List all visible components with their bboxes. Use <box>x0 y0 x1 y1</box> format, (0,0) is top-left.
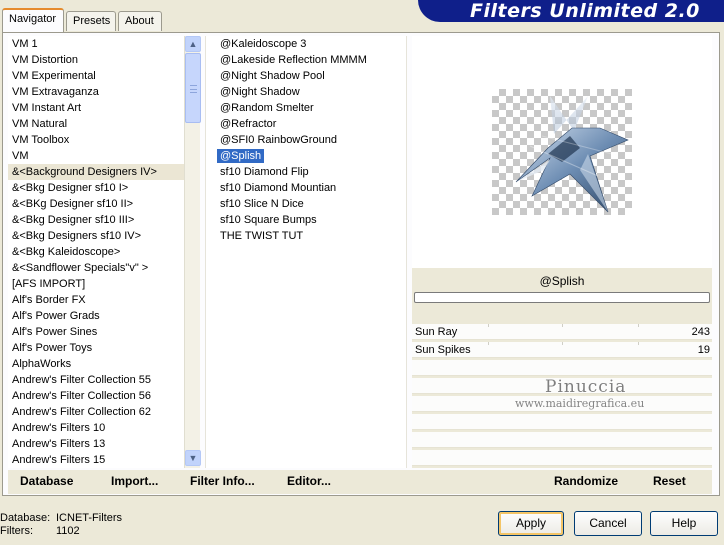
category-item[interactable]: &<Background Designers IV> <box>8 164 184 180</box>
filter-item[interactable]: @SFI0 RainbowGround <box>206 132 406 148</box>
filter-item[interactable]: sf10 Square Bumps <box>206 212 406 228</box>
tab-about[interactable]: About <box>118 11 162 31</box>
filter-item-label: @SFI0 RainbowGround <box>220 134 337 146</box>
param-row-empty <box>412 360 712 376</box>
help-button[interactable]: Help <box>650 511 718 536</box>
app-title: Filters Unlimited 2.0 <box>470 0 700 22</box>
import-button[interactable]: Import... <box>111 474 158 488</box>
category-item[interactable]: &<Bkg Designer sf10 I> <box>8 180 184 196</box>
filter-list[interactable]: @Kaleidoscope 3 @Lakeside Reflection MMMM… <box>205 36 407 468</box>
filter-item-label: @Refractor <box>220 118 277 130</box>
cancel-button[interactable]: Cancel <box>574 511 642 536</box>
parameter-panel: @Splish Sun Ray 243 Sun Spikes 19 <box>412 268 712 468</box>
filter-item-label: @Night Shadow <box>220 86 300 98</box>
database-value: ICNET-Filters <box>56 512 122 524</box>
filter-item-label: sf10 Square Bumps <box>220 214 317 226</box>
category-item[interactable]: Andrew's Filters 10 <box>8 420 184 436</box>
category-item[interactable]: Andrew's Filters 13 <box>8 436 184 452</box>
param-row-empty <box>412 414 712 430</box>
filter-item-label: @Night Shadow Pool <box>220 70 325 82</box>
param-row-sun-ray[interactable]: Sun Ray 243 <box>412 324 712 340</box>
category-item[interactable]: Alf's Power Grads <box>8 308 184 324</box>
param-row-sun-spikes[interactable]: Sun Spikes 19 <box>412 342 712 358</box>
category-item[interactable]: Alf's Border FX <box>8 292 184 308</box>
action-bar: Database Import... Filter Info... Editor… <box>8 470 712 494</box>
param-label: Sun Spikes <box>415 344 471 356</box>
category-item[interactable]: &<Bkg Designer sf10 III> <box>8 212 184 228</box>
filter-item[interactable]: @Night Shadow <box>206 84 406 100</box>
category-item[interactable]: VM Toolbox <box>8 132 184 148</box>
category-item[interactable]: VM Instant Art <box>8 100 184 116</box>
reset-button[interactable]: Reset <box>653 474 686 488</box>
filter-info-button[interactable]: Filter Info... <box>190 474 255 488</box>
tab-navigator[interactable]: Navigator <box>2 8 64 32</box>
scroll-up-button[interactable]: ▲ <box>185 36 201 52</box>
category-item[interactable]: VM Natural <box>8 116 184 132</box>
category-item[interactable]: Andrew's Filter Collection 55 <box>8 372 184 388</box>
editor-button[interactable]: Editor... <box>287 474 331 488</box>
category-item[interactable]: VM <box>8 148 184 164</box>
tab-presets[interactable]: Presets <box>66 11 116 31</box>
category-item[interactable]: Andrew's Filter Collection 62 <box>8 404 184 420</box>
grip-icon <box>190 85 197 93</box>
filter-item-label: THE TWIST TUT <box>220 230 304 242</box>
filter-item-label: sf10 Diamond Flip <box>220 166 309 178</box>
category-item[interactable]: AlphaWorks <box>8 356 184 372</box>
filter-item[interactable]: THE TWIST TUT <box>206 228 406 244</box>
filter-item[interactable]: @Lakeside Reflection MMMM <box>206 52 406 68</box>
category-item[interactable]: Alf's Power Toys <box>8 340 184 356</box>
category-item[interactable]: &<Bkg Kaleidoscope> <box>8 244 184 260</box>
param-row-empty <box>412 450 712 466</box>
filter-item[interactable]: sf10 Diamond Mountian <box>206 180 406 196</box>
category-item[interactable]: Andrew's Filters 15 <box>8 452 184 468</box>
render-progress-bar <box>414 292 710 303</box>
category-item[interactable]: VM 1 <box>8 36 184 52</box>
filter-item-label: sf10 Diamond Mountian <box>220 182 337 194</box>
database-button[interactable]: Database <box>20 474 73 488</box>
category-item[interactable]: Andrew's Filter Collection 56 <box>8 388 184 404</box>
category-scrollbar[interactable]: ▲ ▼ <box>184 36 201 468</box>
apply-button[interactable]: Apply <box>498 511 564 536</box>
category-item[interactable]: VM Distortion <box>8 52 184 68</box>
category-item[interactable]: VM Extravaganza <box>8 84 184 100</box>
filter-item[interactable]: sf10 Diamond Flip <box>206 164 406 180</box>
category-list[interactable]: VM 1 VM Distortion VM Experimental VM Extra… <box>8 36 184 468</box>
filter-item-label: @Lakeside Reflection MMMM <box>220 54 367 66</box>
randomize-button[interactable]: Randomize <box>554 474 618 488</box>
filter-item[interactable]: @Refractor <box>206 116 406 132</box>
app-banner: Filters Unlimited 2.0 <box>418 0 724 22</box>
category-item[interactable]: VM Experimental <box>8 68 184 84</box>
category-item[interactable]: &<Sandflower Specials"v" > <box>8 260 184 276</box>
param-row-empty <box>412 432 712 448</box>
scroll-down-button[interactable]: ▼ <box>185 450 201 466</box>
filter-item-label: @Splish <box>217 149 265 163</box>
category-item[interactable]: &<Bkg Designers sf10 IV> <box>8 228 184 244</box>
watermark-name: Pinuccia <box>545 377 627 397</box>
filters-count-value: 1102 <box>56 525 80 537</box>
category-item[interactable]: &<BKg Designer sf10 II> <box>8 196 184 212</box>
param-value: 19 <box>697 344 710 356</box>
watermark-url: www.maidiregrafica.eu <box>515 397 645 410</box>
filter-item[interactable]: @Kaleidoscope 3 <box>206 36 406 52</box>
filter-item-label: sf10 Slice N Dice <box>220 198 304 210</box>
star-preview-image <box>515 96 629 213</box>
filter-item[interactable]: @Splish <box>206 148 406 164</box>
category-item[interactable]: [AFS IMPORT] <box>8 276 184 292</box>
filter-item-label: @Kaleidoscope 3 <box>220 38 307 50</box>
category-item[interactable]: Alf's Power Sines <box>8 324 184 340</box>
filters-count-label: Filters: <box>0 525 33 537</box>
filter-item[interactable]: sf10 Slice N Dice <box>206 196 406 212</box>
param-value: 243 <box>691 326 710 338</box>
current-filter-name: @Splish <box>539 274 585 288</box>
filter-item-label: @Random Smelter <box>220 102 314 114</box>
filter-item[interactable]: @Random Smelter <box>206 100 406 116</box>
filter-item[interactable]: @Night Shadow Pool <box>206 68 406 84</box>
param-label: Sun Ray <box>415 326 458 338</box>
scroll-thumb[interactable] <box>185 53 201 123</box>
preview-area <box>412 36 712 268</box>
database-label: Database: <box>0 512 51 524</box>
